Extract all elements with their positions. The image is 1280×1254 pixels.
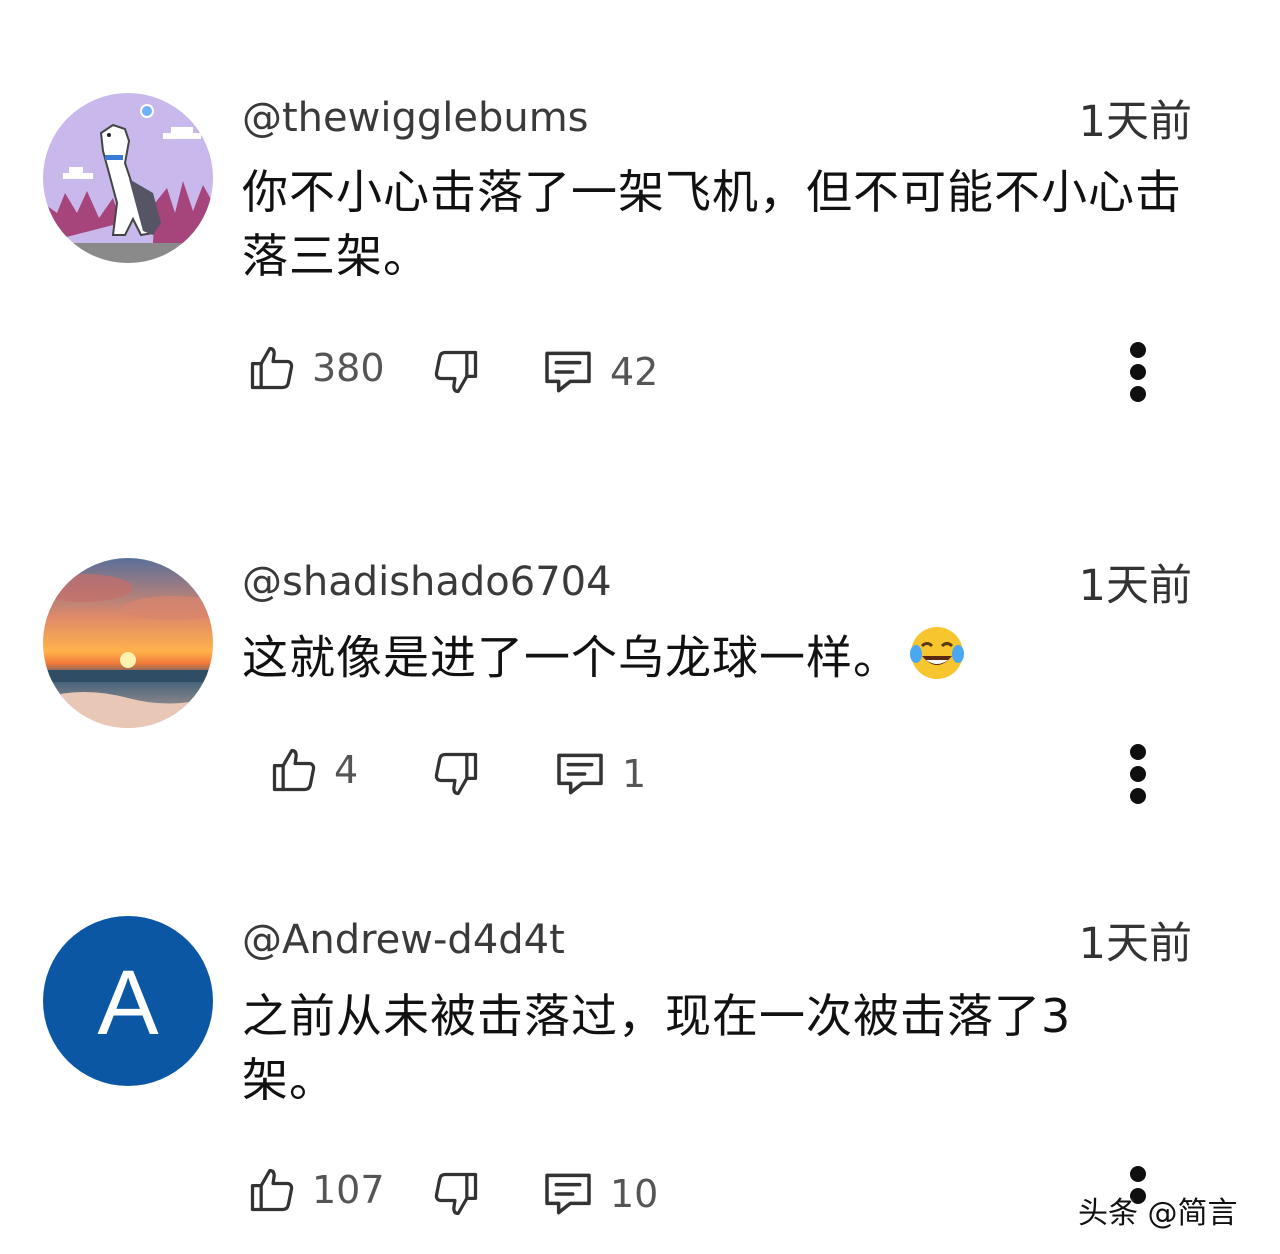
thumbs-down-icon (430, 748, 482, 800)
reply-count: 1 (622, 752, 647, 796)
like-button[interactable]: 4 (268, 744, 358, 796)
avatar[interactable] (43, 93, 213, 263)
like-button[interactable]: 380 (246, 342, 385, 394)
comment-text: 这就像是进了一个乌龙球一样。 (242, 624, 1202, 698)
thumbs-up-icon (246, 1164, 298, 1216)
thumbs-up-icon (268, 744, 320, 796)
thumbs-up-icon (246, 342, 298, 394)
dislike-button[interactable] (430, 1168, 482, 1220)
comment-text-content: 这就像是进了一个乌龙球一样。 (242, 630, 900, 685)
reply-count: 42 (610, 350, 659, 394)
like-button[interactable]: 107 (246, 1164, 385, 1216)
comment-time: 1天前 (1078, 561, 1192, 611)
comment-icon (540, 344, 596, 400)
comment-text: 你不小心击落了一架飞机，但不可能不小心击落三架。 (242, 165, 1182, 283)
comment-username[interactable]: @Andrew-d4d4t (242, 916, 565, 964)
more-options-button[interactable] (1122, 740, 1154, 810)
thumbs-down-icon (430, 346, 482, 398)
more-options-button[interactable] (1122, 338, 1154, 408)
avatar[interactable]: A (43, 916, 213, 1086)
like-count: 380 (312, 346, 385, 390)
dislike-button[interactable] (430, 748, 482, 800)
comment-text: 之前从未被击落过，现在一次被击落了3架。 (242, 989, 1072, 1107)
comment-time: 1天前 (1078, 97, 1192, 147)
avatar[interactable] (43, 558, 213, 728)
like-count: 107 (312, 1168, 385, 1212)
reply-count: 10 (610, 1172, 659, 1216)
reply-button[interactable]: 1 (552, 746, 646, 802)
reply-button[interactable]: 10 (540, 1166, 658, 1222)
dislike-button[interactable] (430, 346, 482, 398)
comment-username[interactable]: @shadishado6704 (242, 558, 612, 606)
like-count: 4 (334, 748, 359, 792)
comment-time: 1天前 (1078, 919, 1192, 969)
avatar-letter: A (97, 952, 159, 1054)
thumbs-down-icon (430, 1168, 482, 1220)
comment-icon (552, 746, 608, 802)
tears-of-joy-emoji-icon (908, 624, 966, 698)
watermark: 头条 @简言 (1078, 1196, 1238, 1231)
comment-icon (540, 1166, 596, 1222)
reply-button[interactable]: 42 (540, 344, 658, 400)
comment-username[interactable]: @thewigglebums (242, 94, 589, 142)
